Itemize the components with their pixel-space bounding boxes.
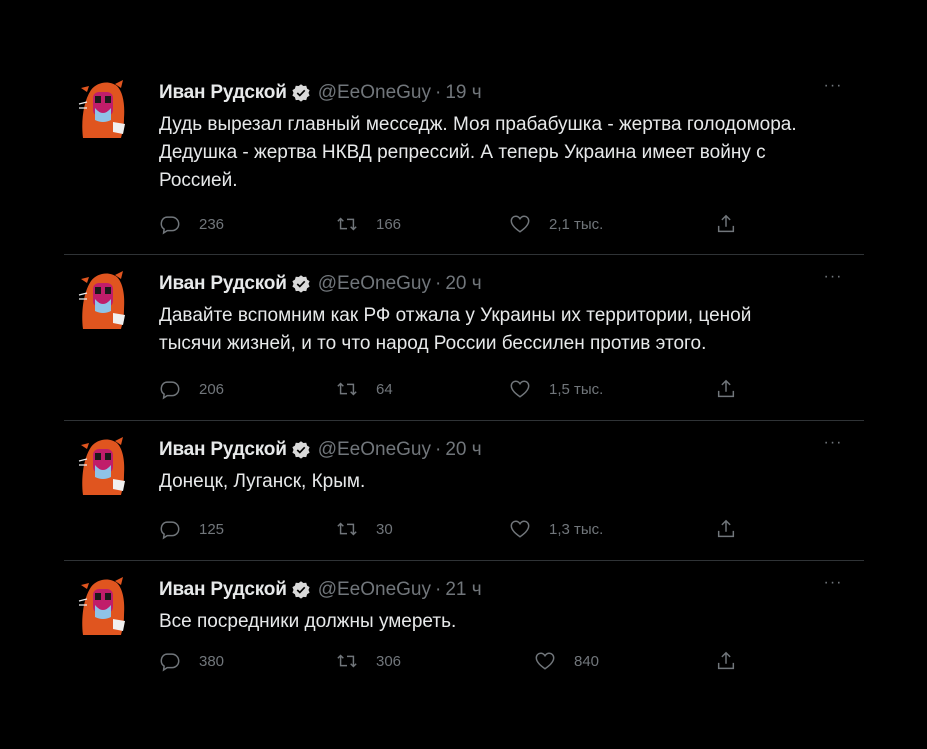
like-count: 1,5 тыс. [549, 380, 604, 398]
tweet-header: Иван Рудской @EeOneGuy · 19 ч [159, 81, 856, 105]
author-handle[interactable]: @EeOneGuy [318, 579, 431, 601]
retweet-button[interactable]: 64 [336, 377, 393, 401]
separator-dot: · [435, 439, 442, 460]
more-icon[interactable]: ··· [822, 269, 844, 290]
tweet-time[interactable]: 20 ч [445, 273, 481, 295]
tweet-header: Иван Рудской @EeOneGuy · 20 ч [159, 272, 856, 296]
tweet[interactable]: Иван Рудской @EeOneGuy · 20 ч ··· Донецк… [64, 420, 864, 560]
like-button[interactable]: 1,3 тыс. [509, 517, 603, 541]
reply-icon [160, 216, 180, 235]
reply-button[interactable]: 125 [159, 517, 224, 541]
separator-dot: · [435, 82, 442, 103]
tweet-content: Иван Рудской @EeOneGuy · 19 ч ··· Дудь в… [159, 78, 856, 195]
tweet[interactable]: Иван Рудской @EeOneGuy · 20 ч ··· Давайт… [64, 254, 864, 420]
tweet-time[interactable]: 19 ч [445, 82, 481, 104]
author-name[interactable]: Иван Рудской [159, 579, 287, 601]
tweet-actions: 380 306 840 [159, 649, 799, 673]
reply-icon [160, 381, 180, 400]
verified-badge-icon [292, 441, 310, 459]
avatar-image [78, 577, 125, 635]
avatar[interactable] [77, 269, 127, 331]
like-icon [510, 215, 530, 233]
retweet-count: 166 [376, 215, 402, 233]
retweet-count: 64 [376, 380, 393, 398]
tweet-text: Донецк, Луганск, Крым. [159, 471, 366, 492]
reply-count: 206 [199, 380, 225, 398]
tweet-header: Иван Рудской @EeOneGuy · 21 ч [159, 578, 856, 602]
share-icon [717, 651, 735, 670]
author-handle[interactable]: @EeOneGuy [318, 82, 431, 104]
like-button[interactable]: 840 [534, 649, 599, 673]
reply-count: 380 [199, 652, 225, 670]
avatar[interactable] [77, 78, 127, 140]
retweet-icon [337, 217, 357, 231]
tweet-text: Все посредники должны умереть. [159, 611, 457, 632]
like-icon [535, 652, 555, 670]
tweet-content: Иван Рудской @EeOneGuy · 21 ч ··· Все по… [159, 575, 856, 636]
reply-icon [160, 521, 180, 540]
tweet-header: Иван Рудской @EeOneGuy · 20 ч [159, 438, 856, 462]
reply-button[interactable]: 380 [159, 649, 224, 673]
reply-button[interactable]: 236 [159, 212, 224, 236]
author-name[interactable]: Иван Рудской [159, 439, 287, 461]
tweet-feed: Иван Рудской @EeOneGuy · 19 ч ··· Дудь в… [64, 66, 864, 691]
tweet[interactable]: Иван Рудской @EeOneGuy · 21 ч ··· Все по… [64, 560, 864, 691]
reply-count: 236 [199, 215, 225, 233]
author-handle[interactable]: @EeOneGuy [318, 273, 431, 295]
share-button[interactable] [715, 377, 737, 401]
retweet-button[interactable]: 306 [336, 649, 401, 673]
like-icon [510, 380, 530, 398]
author-name[interactable]: Иван Рудской [159, 273, 287, 295]
more-icon[interactable]: ··· [822, 435, 844, 456]
more-icon[interactable]: ··· [822, 78, 844, 99]
share-icon [717, 379, 735, 398]
avatar-image [78, 80, 125, 138]
like-button[interactable]: 1,5 тыс. [509, 377, 603, 401]
reply-count: 125 [199, 520, 225, 538]
share-button[interactable] [715, 212, 737, 236]
avatar[interactable] [77, 575, 127, 637]
tweet[interactable]: Иван Рудской @EeOneGuy · 19 ч ··· Дудь в… [64, 66, 864, 254]
more-icon[interactable]: ··· [822, 575, 844, 596]
retweet-button[interactable]: 30 [336, 517, 393, 541]
share-icon [717, 214, 735, 233]
separator-dot: · [435, 579, 442, 600]
tweet-time[interactable]: 21 ч [445, 579, 481, 601]
avatar-image [78, 271, 125, 329]
reply-icon [160, 653, 180, 672]
retweet-icon [337, 382, 357, 396]
retweet-button[interactable]: 166 [336, 212, 401, 236]
like-count: 840 [574, 652, 600, 670]
author-name[interactable]: Иван Рудской [159, 82, 287, 104]
like-count: 1,3 тыс. [549, 520, 604, 538]
share-icon [717, 519, 735, 538]
retweet-icon [337, 522, 357, 536]
verified-badge-icon [292, 275, 310, 293]
avatar-image [78, 437, 125, 495]
share-button[interactable] [715, 649, 737, 673]
tweet-content: Иван Рудской @EeOneGuy · 20 ч ··· Давайт… [159, 269, 856, 358]
tweet-actions: 236 166 2,1 тыс. [159, 212, 799, 236]
tweet-content: Иван Рудской @EeOneGuy · 20 ч ··· Донецк… [159, 435, 856, 496]
retweet-count: 30 [376, 520, 393, 538]
retweet-icon [337, 654, 357, 668]
avatar[interactable] [77, 435, 127, 497]
like-button[interactable]: 2,1 тыс. [509, 212, 603, 236]
tweet-time[interactable]: 20 ч [445, 439, 481, 461]
separator-dot: · [435, 273, 442, 294]
verified-badge-icon [292, 84, 310, 102]
like-count: 2,1 тыс. [549, 215, 604, 233]
tweet-actions: 206 64 1,5 тыс. [159, 377, 799, 401]
retweet-count: 306 [376, 652, 402, 670]
verified-badge-icon [292, 581, 310, 599]
like-icon [510, 520, 530, 538]
share-button[interactable] [715, 517, 737, 541]
tweet-actions: 125 30 1,3 тыс. [159, 517, 799, 541]
author-handle[interactable]: @EeOneGuy [318, 439, 431, 461]
tweet-text: Дудь вырезал главный месседж. Моя прабаб… [159, 114, 797, 191]
tweet-text: Давайте вспомним как РФ отжала у Украины… [159, 305, 752, 354]
reply-button[interactable]: 206 [159, 377, 224, 401]
